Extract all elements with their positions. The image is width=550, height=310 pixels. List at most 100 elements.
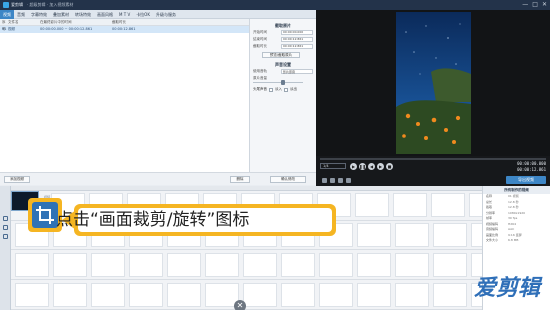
header-duration[interactable]: 截取时长	[112, 19, 162, 25]
timeline-slot[interactable]	[471, 223, 482, 247]
timeline-slot[interactable]	[91, 283, 125, 307]
crop-icon	[36, 206, 54, 224]
clip-properties-panel: 截取原片 开始时间 00:00:00.000 结束时间 00:00:12.861…	[250, 19, 316, 185]
menu-tabs: 视频 音频 字幕特效 叠加素材 转场特效 画面风格 M T V 卡拉OK 升级与…	[0, 9, 316, 19]
fade-label: 头尾声音	[253, 87, 267, 91]
snapshot-icon[interactable]	[322, 178, 327, 183]
timeline-slot[interactable]	[395, 223, 429, 247]
fullscreen-icon[interactable]	[338, 178, 343, 183]
timeline-slot[interactable]	[357, 283, 391, 307]
timeline-slot[interactable]	[355, 193, 389, 217]
folder-icon[interactable]	[330, 178, 335, 183]
volume-label: 原片音量	[253, 76, 267, 80]
timeline-slot[interactable]	[15, 283, 49, 307]
timeline-slot[interactable]	[243, 253, 277, 277]
timeline-slot[interactable]	[91, 253, 125, 277]
info-row: 文件大小 6.8 MB	[483, 238, 550, 244]
tab-karaoke[interactable]: 卡拉OK	[133, 10, 153, 19]
timeline-slot[interactable]	[167, 283, 201, 307]
end-time-label: 结束时间	[253, 37, 267, 41]
timeline-slot[interactable]	[357, 253, 391, 277]
fade-out-label: 淡出	[290, 87, 297, 91]
timeline-slot[interactable]	[433, 253, 467, 277]
timeline-slot[interactable]	[281, 283, 315, 307]
prev-icon[interactable]: ◀	[368, 163, 375, 170]
tab-audio[interactable]: 音频	[14, 10, 28, 19]
minimize-button[interactable]: —	[522, 1, 528, 9]
timeline-slot[interactable]	[395, 283, 429, 307]
timeline-slot[interactable]	[357, 223, 391, 247]
next-icon[interactable]: ▶	[377, 163, 384, 170]
timeline-slot[interactable]	[433, 223, 467, 247]
tab-upgrade[interactable]: 升级与服务	[153, 10, 179, 19]
header-filename[interactable]: 文件名	[8, 19, 40, 25]
stop-icon[interactable]: ■	[386, 163, 393, 170]
end-time-input[interactable]: 00:00:12.861	[281, 37, 313, 42]
video-preview	[316, 10, 550, 156]
close-window-button[interactable]: ✕	[542, 1, 547, 9]
timeline-slot[interactable]	[469, 193, 482, 217]
pause-icon[interactable]: ❚❚	[359, 163, 366, 170]
duration-row: 截取时长 00:00:12.861	[250, 43, 316, 50]
svg-text:爱剪辑: 爱剪辑	[474, 275, 543, 301]
timeline-slot[interactable]	[15, 253, 49, 277]
media-list-panel: 序号 文件名 在最终影片中的时间 截取时长 01 视频 00:00:00.000…	[0, 19, 250, 185]
header-index[interactable]: 序号	[0, 19, 8, 31]
timeline-slot[interactable]	[53, 283, 87, 307]
timeline-slot[interactable]	[433, 283, 467, 307]
timeline-slot[interactable]	[243, 283, 277, 307]
media-list-row[interactable]: 01 视频 00:00:00.000 ~ 00:00:12.861 00:00:…	[0, 26, 249, 33]
header-timeline-position[interactable]: 在最终影片中的时间	[40, 19, 112, 25]
timeline-slot[interactable]	[395, 253, 429, 277]
timeline-slot[interactable]	[205, 253, 239, 277]
duration-input[interactable]: 00:00:12.861	[281, 44, 313, 49]
tab-mtv[interactable]: M T V	[116, 10, 133, 19]
delete-button[interactable]: 删除	[230, 176, 250, 183]
volume-slider-handle[interactable]	[280, 80, 285, 85]
export-video-button[interactable]: 导出视频	[506, 176, 546, 184]
confirm-edit-button[interactable]: 确认修改	[270, 176, 306, 183]
fade-in-label: 淡入	[275, 87, 282, 91]
tab-picture-style[interactable]: 画面风格	[94, 10, 116, 19]
zoom-icon[interactable]	[3, 234, 8, 239]
app-logo-icon	[3, 2, 9, 8]
preview-clip-button[interactable]: 预览/截取原片	[262, 52, 300, 58]
app-name: 爱剪辑	[11, 2, 23, 7]
end-time-row: 结束时间 00:00:12.861	[250, 36, 316, 43]
volume-slider[interactable]	[253, 80, 303, 85]
fade-out-checkbox[interactable]	[284, 87, 288, 92]
timeline-slot[interactable]	[281, 253, 315, 277]
tab-subtitle-effects[interactable]: 字幕特效	[28, 10, 50, 19]
timeline-slot[interactable]	[393, 193, 427, 217]
rocky-island	[431, 68, 471, 102]
row-index: 01	[2, 27, 7, 31]
clip-info-title: 所有制作的视频	[483, 186, 550, 194]
timeline-slot[interactable]	[319, 283, 353, 307]
info-value: 6.8 MB	[508, 238, 519, 242]
progress-bar[interactable]	[320, 158, 546, 160]
fade-in-checkbox[interactable]	[269, 87, 273, 92]
fade-row: 头尾声音 淡入 淡出	[250, 86, 316, 93]
tab-overlay[interactable]: 叠加素材	[50, 10, 72, 19]
maximize-button[interactable]: □	[532, 1, 538, 9]
split-icon[interactable]	[3, 225, 8, 230]
preview-frame	[396, 12, 471, 154]
timeline-slot[interactable]	[129, 283, 163, 307]
timeline-slot[interactable]	[129, 253, 163, 277]
timeline-slot[interactable]	[319, 253, 353, 277]
crop-rotate-icon[interactable]	[3, 216, 8, 221]
audio-track-select[interactable]: 影片原音	[281, 69, 313, 74]
timeline-slot[interactable]	[167, 253, 201, 277]
tab-video[interactable]: 视频	[0, 9, 14, 19]
play-icon[interactable]: ▶	[350, 163, 357, 170]
add-video-button[interactable]: 添加视频	[4, 176, 30, 183]
timeline-slot[interactable]	[53, 253, 87, 277]
close-icon[interactable]: ✕	[234, 300, 246, 310]
crop-rotate-icon-highlight[interactable]	[32, 202, 58, 228]
speed-ratio-select[interactable]: 1/4	[320, 163, 346, 169]
settings-icon[interactable]	[346, 178, 351, 183]
start-time-label: 开始时间	[253, 30, 267, 34]
timeline-slot[interactable]	[431, 193, 465, 217]
start-time-input[interactable]: 00:00:00.000	[281, 30, 313, 35]
tab-transitions[interactable]: 转场特效	[72, 10, 94, 19]
